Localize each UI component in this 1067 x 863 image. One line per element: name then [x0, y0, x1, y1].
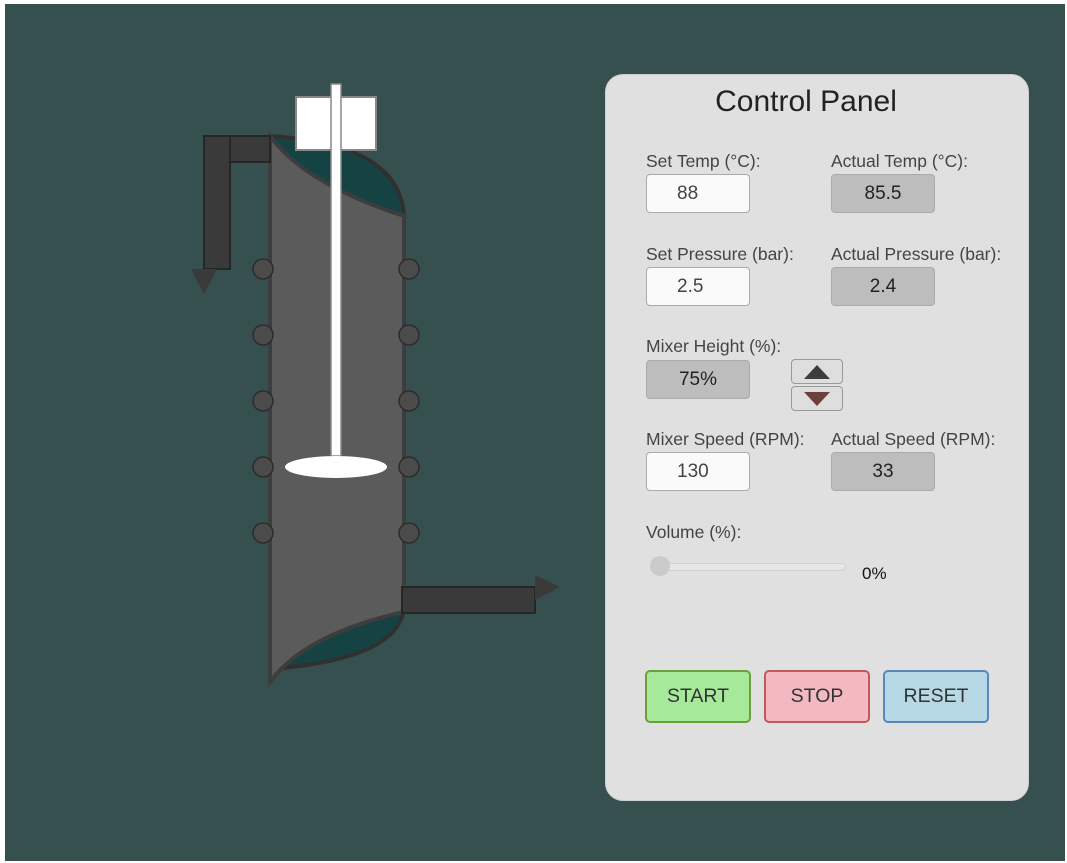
volume-value: 0%: [862, 564, 887, 583]
jacket-port-left-3: [252, 390, 274, 412]
triangle-down-icon: [804, 391, 830, 406]
mixer-height-up-button[interactable]: [791, 359, 843, 384]
actual-pressure-readout: 2.4: [831, 267, 935, 306]
volume-slider-thumb[interactable]: [650, 556, 670, 576]
jacket-port-left-4: [252, 456, 274, 478]
jacket-port-right-4: [398, 456, 420, 478]
jacket-port-right-2: [398, 324, 420, 346]
volume-slider-track[interactable]: [650, 563, 846, 571]
mixer-impeller: [285, 456, 387, 478]
set-temp-label: Set Temp (°C):: [646, 151, 761, 171]
actual-temp-label: Actual Temp (°C):: [831, 151, 968, 171]
jacket-port-right-5: [398, 522, 420, 544]
panel-title: Control Panel: [715, 85, 897, 118]
stop-button[interactable]: STOP: [764, 670, 870, 723]
set-pressure-input[interactable]: 2.5: [646, 267, 750, 306]
mixer-speed-input[interactable]: 130: [646, 452, 750, 491]
jacket-port-right-3: [398, 390, 420, 412]
actual-pressure-label: Actual Pressure (bar):: [831, 244, 1002, 264]
actual-speed-readout: 33: [831, 452, 935, 491]
set-temp-input[interactable]: 88: [646, 174, 750, 213]
actual-temp-readout: 85.5: [831, 174, 935, 213]
mixer-height-readout: 75%: [646, 360, 750, 399]
volume-label: Volume (%):: [646, 522, 742, 542]
control-panel: Control Panel Set Temp (°C): 88 Actual T…: [605, 74, 1029, 801]
triangle-up-icon: [804, 364, 830, 379]
process-stage: Control Panel Set Temp (°C): 88 Actual T…: [5, 4, 1065, 861]
mixer-speed-label: Mixer Speed (RPM):: [646, 429, 805, 449]
mixer-height-down-button[interactable]: [791, 386, 843, 411]
jacket-port-left-2: [252, 324, 274, 346]
set-pressure-label: Set Pressure (bar):: [646, 244, 794, 264]
start-button[interactable]: START: [645, 670, 751, 723]
jacket-port-right-1: [398, 258, 420, 280]
jacket-port-left-1: [252, 258, 274, 280]
jacket-port-left-5: [252, 522, 274, 544]
mixer-height-label: Mixer Height (%):: [646, 336, 782, 356]
reset-button[interactable]: RESET: [883, 670, 989, 723]
outlet-pipe: [401, 586, 536, 614]
actual-speed-label: Actual Speed (RPM):: [831, 429, 996, 449]
mixer-shaft: [330, 83, 342, 457]
